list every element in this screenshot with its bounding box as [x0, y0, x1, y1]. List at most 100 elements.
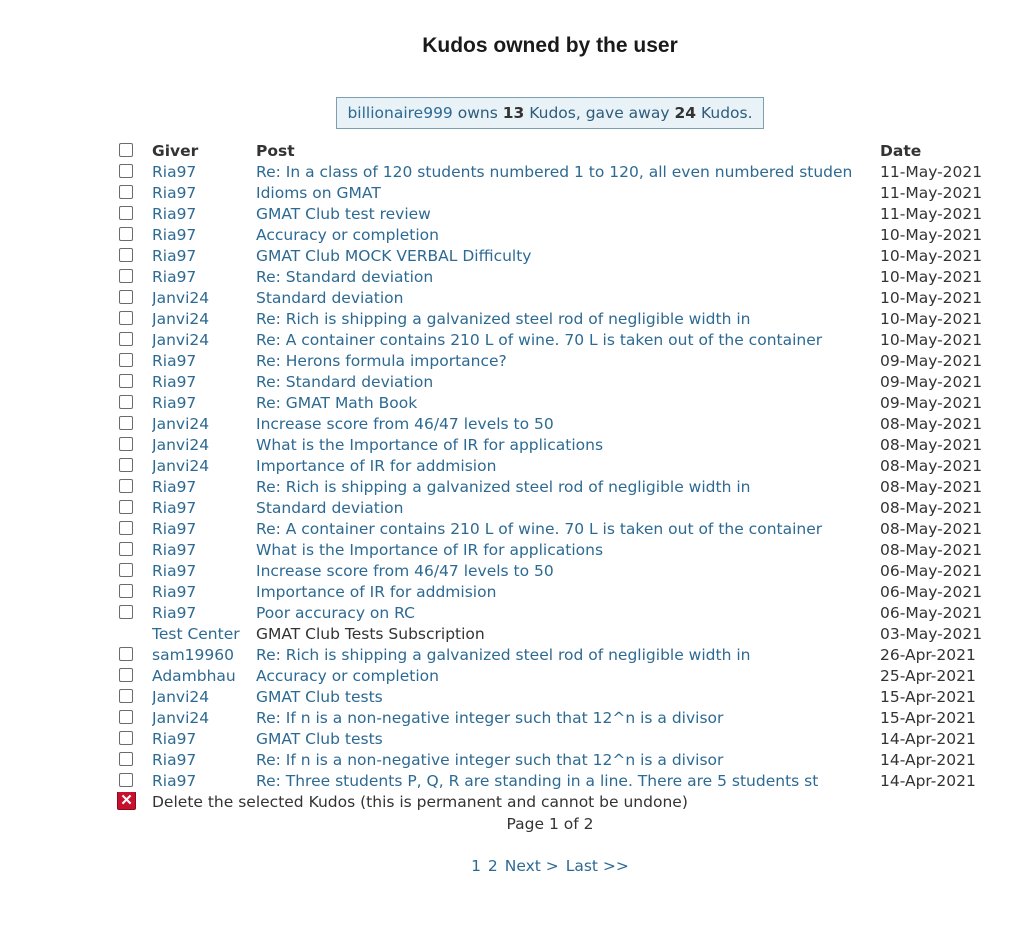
row-checkbox[interactable] — [119, 163, 133, 178]
row-checkbox[interactable] — [119, 310, 133, 325]
row-checkbox[interactable] — [119, 184, 133, 199]
post-link[interactable]: GMAT Club test review — [256, 204, 880, 225]
post-link[interactable]: Re: Herons formula importance? — [256, 351, 880, 372]
row-checkbox[interactable] — [119, 331, 133, 346]
post-link[interactable]: Re: GMAT Math Book — [256, 393, 880, 414]
kudos-table: Giver Post Date Ria97 Re: In a class of 1… — [116, 141, 990, 813]
post-link[interactable]: Re: Three students P, Q, R are standing … — [256, 771, 880, 792]
post-link[interactable]: What is the Importance of IR for applica… — [256, 540, 880, 561]
table-row: Ria97 Re: In a class of 120 students numb… — [116, 162, 990, 183]
row-checkbox[interactable] — [119, 226, 133, 241]
row-checkbox[interactable] — [119, 478, 133, 493]
post-link[interactable]: Re: A container contains 210 L of wine. … — [256, 519, 880, 540]
giver-link[interactable]: Ria97 — [152, 498, 256, 519]
row-checkbox[interactable] — [119, 583, 133, 598]
row-checkbox[interactable] — [119, 394, 133, 409]
giver-link[interactable]: Ria97 — [152, 477, 256, 498]
giver-link[interactable]: Ria97 — [152, 561, 256, 582]
post-link[interactable]: Re: A container contains 210 L of wine. … — [256, 330, 880, 351]
row-checkbox[interactable] — [119, 772, 133, 787]
row-checkbox[interactable] — [119, 205, 133, 220]
post-link[interactable]: Accuracy or completion — [256, 225, 880, 246]
giver-link[interactable]: Ria97 — [152, 183, 256, 204]
row-checkbox[interactable] — [119, 520, 133, 535]
post-link[interactable]: GMAT Club MOCK VERBAL Difficulty — [256, 246, 880, 267]
giver-link[interactable]: Ria97 — [152, 603, 256, 624]
giver-link[interactable]: Ria97 — [152, 729, 256, 750]
giver-link[interactable]: Janvi24 — [152, 309, 256, 330]
row-checkbox[interactable] — [119, 541, 133, 556]
giver-link[interactable]: Ria97 — [152, 351, 256, 372]
giver-link[interactable]: Ria97 — [152, 225, 256, 246]
giver-link[interactable]: Ria97 — [152, 162, 256, 183]
page-1-link[interactable]: 1 — [471, 857, 481, 875]
giver-link[interactable]: Ria97 — [152, 582, 256, 603]
row-checkbox[interactable] — [119, 751, 133, 766]
giver-link[interactable]: Adambhau — [152, 666, 256, 687]
post-link[interactable]: Increase score from 46/47 levels to 50 — [256, 414, 880, 435]
row-checkbox[interactable] — [119, 709, 133, 724]
row-checkbox[interactable] — [119, 562, 133, 577]
delete-selected-label[interactable]: Delete the selected Kudos (this is perma… — [152, 792, 990, 813]
row-checkbox[interactable] — [119, 730, 133, 745]
post-link[interactable]: Re: Rich is shipping a galvanized steel … — [256, 477, 880, 498]
post-link[interactable]: GMAT Club tests — [256, 729, 880, 750]
giver-link[interactable]: Ria97 — [152, 519, 256, 540]
post-link[interactable]: Idioms on GMAT — [256, 183, 880, 204]
row-checkbox[interactable] — [119, 499, 133, 514]
giver-link[interactable]: Janvi24 — [152, 687, 256, 708]
row-checkbox[interactable] — [119, 289, 133, 304]
row-checkbox[interactable] — [119, 247, 133, 262]
post-link[interactable]: Poor accuracy on RC — [256, 603, 880, 624]
post-link[interactable]: Increase score from 46/47 levels to 50 — [256, 561, 880, 582]
row-checkbox[interactable] — [119, 373, 133, 388]
post-link[interactable]: Accuracy or completion — [256, 666, 880, 687]
page-2-link[interactable]: 2 — [488, 857, 498, 875]
post-link[interactable]: Standard deviation — [256, 498, 880, 519]
post-link[interactable]: Importance of IR for addmision — [256, 582, 880, 603]
table-row: Ria97 GMAT Club tests 14-Apr-2021 — [116, 729, 990, 750]
post-link[interactable]: Re: Rich is shipping a galvanized steel … — [256, 645, 880, 666]
post-link[interactable]: Re: If n is a non-negative integer such … — [256, 708, 880, 729]
delete-x-icon[interactable]: ✕ — [117, 792, 136, 810]
giver-link[interactable]: Ria97 — [152, 246, 256, 267]
post-link[interactable]: Importance of IR for addmision — [256, 456, 880, 477]
post-link[interactable]: Re: Standard deviation — [256, 372, 880, 393]
giver-link[interactable]: Janvi24 — [152, 456, 256, 477]
row-checkbox[interactable] — [119, 436, 133, 451]
last-page-link[interactable]: Last >> — [566, 857, 629, 875]
post-link[interactable]: Re: In a class of 120 students numbered … — [256, 162, 880, 183]
giver-link[interactable]: Ria97 — [152, 540, 256, 561]
giver-link[interactable]: Ria97 — [152, 204, 256, 225]
row-checkbox[interactable] — [119, 667, 133, 682]
post-link[interactable]: Standard deviation — [256, 288, 880, 309]
row-checkbox[interactable] — [119, 457, 133, 472]
page-title: Kudos owned by the user — [422, 34, 678, 57]
select-all-checkbox[interactable] — [119, 142, 133, 157]
post-link[interactable]: What is the Importance of IR for applica… — [256, 435, 880, 456]
row-checkbox[interactable] — [119, 646, 133, 661]
giver-link[interactable]: sam19960 — [152, 645, 256, 666]
giver-link[interactable]: Test Center — [152, 624, 256, 645]
next-page-link[interactable]: Next > — [505, 857, 559, 875]
giver-link[interactable]: Janvi24 — [152, 435, 256, 456]
row-checkbox[interactable] — [119, 352, 133, 367]
username-link[interactable]: billionaire999 — [347, 104, 452, 122]
post-link[interactable]: Re: If n is a non-negative integer such … — [256, 750, 880, 771]
post-link[interactable]: GMAT Club tests — [256, 687, 880, 708]
giver-link[interactable]: Ria97 — [152, 267, 256, 288]
row-checkbox[interactable] — [119, 415, 133, 430]
giver-link[interactable]: Janvi24 — [152, 414, 256, 435]
giver-link[interactable]: Ria97 — [152, 750, 256, 771]
row-checkbox[interactable] — [119, 604, 133, 619]
post-link[interactable]: Re: Standard deviation — [256, 267, 880, 288]
row-checkbox[interactable] — [119, 268, 133, 283]
post-link[interactable]: Re: Rich is shipping a galvanized steel … — [256, 309, 880, 330]
giver-link[interactable]: Janvi24 — [152, 708, 256, 729]
giver-link[interactable]: Ria97 — [152, 372, 256, 393]
giver-link[interactable]: Janvi24 — [152, 288, 256, 309]
giver-link[interactable]: Janvi24 — [152, 330, 256, 351]
giver-link[interactable]: Ria97 — [152, 771, 256, 792]
row-checkbox[interactable] — [119, 688, 133, 703]
giver-link[interactable]: Ria97 — [152, 393, 256, 414]
